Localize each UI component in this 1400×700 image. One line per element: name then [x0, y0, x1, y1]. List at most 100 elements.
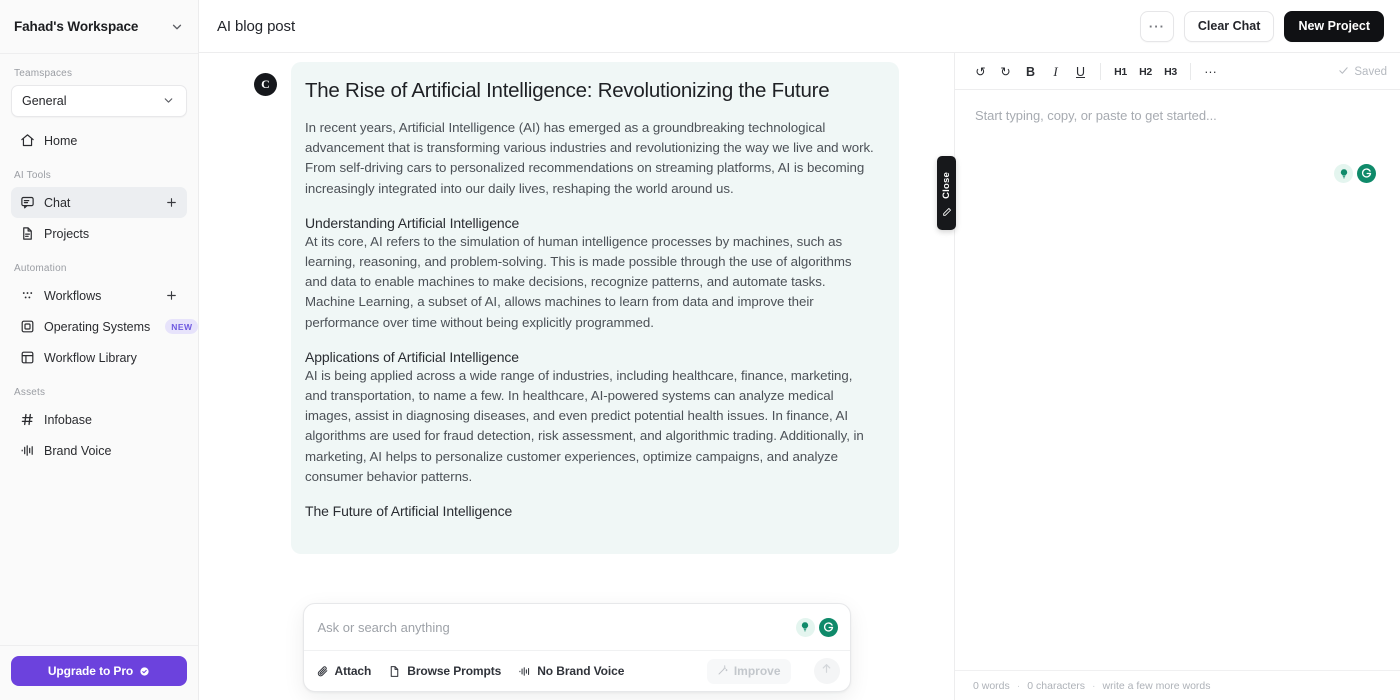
- grammarly-icon[interactable]: [818, 617, 838, 637]
- editor-toolbar: ↺ ↻ B I U H1 H2 H3 ··· Saved: [955, 54, 1400, 90]
- status-badge-new: NEW: [165, 319, 199, 334]
- composer: Ask or search anything Attach Browse Pro…: [302, 603, 851, 692]
- composer-input-row[interactable]: Ask or search anything: [304, 604, 850, 650]
- chat-scroll-region[interactable]: C The Rise of Artificial Intelligence: R…: [199, 53, 954, 700]
- status-separator: ·: [1016, 679, 1021, 692]
- topbar: AI blog post ··· Clear Chat New Project: [199, 0, 1400, 53]
- send-button[interactable]: [813, 658, 840, 684]
- brand-voice-label: No Brand Voice: [537, 664, 625, 678]
- nav-assets: Infobase Brand Voice: [0, 404, 198, 466]
- sidebar-item-label: Chat: [44, 195, 71, 210]
- section-label-assets: Assets: [14, 387, 46, 398]
- heading-1-button[interactable]: H1: [1108, 59, 1133, 84]
- sidebar-item-operating-systems[interactable]: Operating Systems NEW: [11, 311, 199, 342]
- redo-button[interactable]: ↻: [993, 59, 1018, 84]
- composer-wrapper: Ask or search anything Attach Browse Pro…: [199, 603, 954, 700]
- upgrade-to-pro-button[interactable]: Upgrade to Pro: [11, 656, 187, 686]
- editor-status-bar: 0 words · 0 characters · write a few mor…: [955, 670, 1400, 700]
- brand-voice-button[interactable]: No Brand Voice: [518, 664, 624, 678]
- avatar: C: [254, 73, 277, 96]
- home-icon: [20, 133, 35, 148]
- sidebar-item-chat[interactable]: Chat: [11, 187, 187, 218]
- editor-more-button[interactable]: ···: [1198, 59, 1223, 84]
- operating-system-icon: [20, 319, 35, 334]
- status-hint: write a few more words: [1102, 679, 1211, 692]
- chat-message: C The Rise of Artificial Intelligence: R…: [254, 53, 899, 555]
- composer-assist-icons: [795, 617, 838, 637]
- sidebar-footer: Upgrade to Pro: [0, 645, 198, 700]
- main-area: AI blog post ··· Clear Chat New Project …: [199, 0, 1400, 700]
- browse-prompts-button[interactable]: Browse Prompts: [388, 664, 501, 678]
- section-heading: Understanding Artificial Intelligence: [305, 214, 520, 231]
- attach-label: Attach: [334, 664, 372, 678]
- grammarly-icon[interactable]: [1357, 164, 1376, 183]
- message-title: The Rise of Artificial Intelligence: Rev…: [305, 79, 830, 102]
- sidebar-item-label: Brand Voice: [44, 443, 112, 458]
- sidebar: Fahad's Workspace Teamspaces General Hom…: [0, 0, 199, 700]
- clear-chat-button[interactable]: Clear Chat: [1183, 10, 1275, 42]
- teamspace-select[interactable]: General: [11, 85, 187, 117]
- composer-toolbar: Attach Browse Prompts No Brand Voice Imp…: [303, 650, 850, 691]
- toolbar-divider: [1190, 63, 1191, 80]
- hash-icon: [20, 412, 35, 427]
- undo-button[interactable]: ↺: [968, 59, 993, 84]
- plus-icon[interactable]: [165, 289, 178, 302]
- waveform-icon: [20, 443, 35, 458]
- teamspace-selected-value: General: [22, 94, 67, 108]
- nav-ai-tools: Chat Projects: [0, 187, 198, 249]
- sparkle-check-icon: [139, 666, 150, 677]
- document-icon: [388, 665, 401, 678]
- sidebar-item-workflows[interactable]: Workflows: [11, 280, 187, 311]
- section-label-teamspaces: Teamspaces: [14, 68, 73, 79]
- attach-button[interactable]: Attach: [316, 664, 372, 678]
- sidebar-item-infobase[interactable]: Infobase: [11, 404, 187, 435]
- close-editor-tab[interactable]: Close: [937, 156, 956, 230]
- library-grid-icon: [20, 350, 35, 365]
- improve-button[interactable]: Improve: [706, 658, 791, 684]
- lightbulb-icon[interactable]: [795, 617, 815, 637]
- heading-3-button[interactable]: H3: [1158, 59, 1183, 84]
- chat-bubble-icon: [20, 195, 35, 210]
- character-count: 0 characters: [1027, 679, 1086, 692]
- section-label-ai-tools: AI Tools: [14, 170, 51, 181]
- status-badge-saved: Saved: [1338, 65, 1387, 79]
- sidebar-item-projects[interactable]: Projects: [11, 218, 187, 249]
- bold-button[interactable]: B: [1018, 59, 1043, 84]
- italic-button[interactable]: I: [1043, 59, 1068, 84]
- section-heading: Applications of Artificial Intelligence: [305, 348, 519, 365]
- app-root: Fahad's Workspace Teamspaces General Hom…: [0, 0, 1400, 700]
- heading-2-button[interactable]: H2: [1133, 59, 1158, 84]
- underline-button[interactable]: U: [1068, 59, 1093, 84]
- editor-placeholder: Start typing, copy, or paste to get star…: [975, 108, 1217, 123]
- sidebar-item-home[interactable]: Home: [11, 125, 187, 156]
- more-options-button[interactable]: ···: [1139, 10, 1174, 42]
- section-heading: The Future of Artificial Intelligence: [305, 503, 513, 520]
- magic-wand-icon: [717, 664, 729, 679]
- sidebar-item-brand-voice[interactable]: Brand Voice: [11, 435, 187, 466]
- lightbulb-icon[interactable]: [1334, 164, 1353, 183]
- message-intro: In recent years, Artificial Intelligence…: [305, 120, 874, 196]
- saved-label: Saved: [1354, 65, 1387, 78]
- page-title: AI blog post: [217, 17, 296, 35]
- section-body: AI is being applied across a wide range …: [305, 367, 864, 484]
- workspace-name: Fahad's Workspace: [14, 19, 139, 34]
- new-project-button[interactable]: New Project: [1284, 10, 1384, 42]
- plus-icon[interactable]: [165, 196, 178, 209]
- sidebar-item-label: Projects: [44, 226, 90, 241]
- sidebar-item-workflow-library[interactable]: Workflow Library: [11, 342, 187, 373]
- workspace-switcher[interactable]: Fahad's Workspace: [0, 0, 198, 54]
- sidebar-item-label: Home: [44, 133, 78, 148]
- chevron-down-icon: [170, 20, 184, 34]
- editor-body[interactable]: Start typing, copy, or paste to get star…: [955, 90, 1400, 670]
- message-bubble: The Rise of Artificial Intelligence: Rev…: [291, 62, 899, 555]
- status-separator: ·: [1092, 679, 1096, 692]
- sidebar-item-label: Workflows: [44, 288, 102, 303]
- content-area: C The Rise of Artificial Intelligence: R…: [199, 53, 1400, 700]
- nav-primary: Home: [0, 125, 198, 156]
- close-editor-label: Close: [941, 172, 952, 199]
- section-body: At its core, AI refers to the simulation…: [305, 233, 852, 330]
- search-input[interactable]: Ask or search anything: [318, 620, 788, 635]
- toolbar-divider: [1100, 63, 1101, 80]
- nav-automation: Workflows Operating Systems NEW Workflow…: [0, 280, 199, 373]
- editor-assist-icons: [1334, 164, 1376, 183]
